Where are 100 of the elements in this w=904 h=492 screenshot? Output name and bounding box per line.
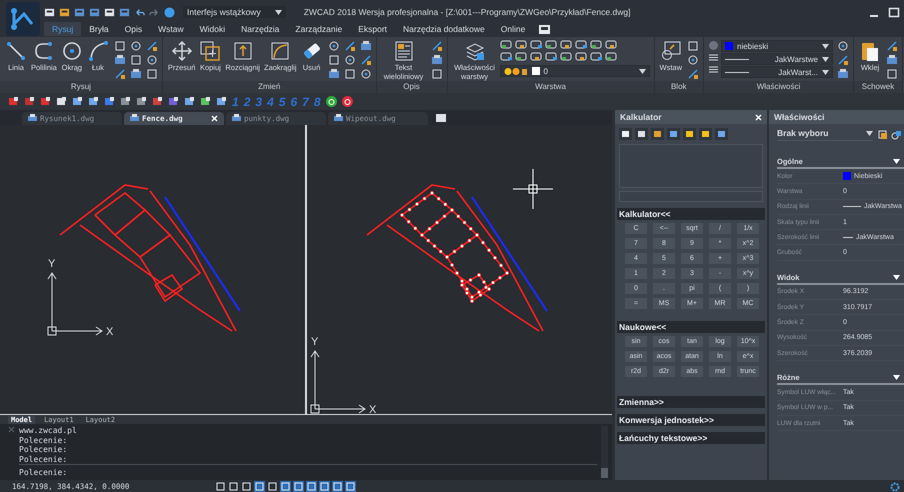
collapse-icon[interactable] <box>893 375 900 380</box>
toolbar-icon[interactable] <box>24 96 35 107</box>
ribbon-tab[interactable]: Widoki <box>192 22 234 36</box>
status-toggle[interactable] <box>228 481 240 492</box>
small-tool-icon[interactable] <box>837 54 849 66</box>
calculator-tool-icon[interactable] <box>715 128 728 140</box>
small-tool-icon[interactable] <box>837 68 849 80</box>
small-tool-icon[interactable] <box>344 40 356 52</box>
selection-dropdown[interactable]: Brak wyboru <box>777 128 873 141</box>
property-icon[interactable] <box>708 52 719 63</box>
layer-dropdown[interactable]: 0 <box>500 65 650 77</box>
quick-access-icon[interactable] <box>44 6 55 18</box>
small-tool-icon[interactable] <box>360 40 372 52</box>
power-icon[interactable] <box>342 96 352 107</box>
status-toggle[interactable] <box>332 481 344 492</box>
ribbon-tab[interactable]: Narzędzia dodatkowe <box>395 22 493 36</box>
section-header[interactable]: Konwersja jednostek>> <box>617 414 765 426</box>
small-tool-icon[interactable] <box>114 40 126 52</box>
redo-icon[interactable] <box>149 6 160 18</box>
toolbar-icon[interactable] <box>104 96 115 107</box>
calculator-tool-icon[interactable] <box>651 128 664 140</box>
small-tool-icon[interactable] <box>837 40 849 52</box>
layer-tool-icon[interactable] <box>500 52 512 62</box>
layer-tool-icon[interactable] <box>530 52 542 62</box>
toolbar-icon[interactable] <box>184 96 195 107</box>
layer-tool-icon[interactable] <box>560 40 572 50</box>
section-header[interactable]: Kalkulator<< <box>617 208 765 220</box>
layer-tool-icon[interactable] <box>500 40 512 50</box>
small-tool-icon[interactable] <box>114 68 126 80</box>
new-tab-icon[interactable] <box>436 114 446 122</box>
panel-toggle-icon[interactable] <box>539 24 550 34</box>
layer-tool-icon[interactable] <box>514 52 526 62</box>
settings-icon[interactable] <box>890 482 900 492</box>
toolbar-icon[interactable] <box>216 96 227 107</box>
small-tool-icon[interactable] <box>360 54 372 66</box>
ribbon-tab[interactable]: Online <box>492 22 534 36</box>
small-tool-icon[interactable] <box>130 68 142 80</box>
app-logo-icon[interactable] <box>6 2 40 36</box>
status-toggle[interactable] <box>241 481 252 492</box>
section-header[interactable]: Naukowe<< <box>617 321 765 333</box>
toolbar-icon[interactable] <box>72 96 83 107</box>
calculator-tool-icon[interactable] <box>683 128 696 140</box>
status-toggle[interactable] <box>319 481 330 492</box>
small-tool-icon[interactable] <box>886 40 898 52</box>
layer-tool-icon[interactable] <box>544 40 556 50</box>
small-tool-icon[interactable] <box>430 40 442 52</box>
small-tool-icon[interactable] <box>114 54 126 66</box>
collapse-icon[interactable] <box>893 274 900 280</box>
small-tool-icon[interactable] <box>886 68 898 80</box>
ribbon-tab[interactable]: Zarządzanie <box>287 22 350 36</box>
ribbon-tab[interactable]: Narzędzia <box>233 22 288 36</box>
toolbar-icon[interactable] <box>8 96 19 107</box>
small-tool-icon[interactable] <box>344 54 356 66</box>
toolbar-icon[interactable] <box>120 96 131 107</box>
small-tool-icon[interactable] <box>886 54 898 66</box>
status-toggle[interactable] <box>280 481 292 492</box>
toolbar-icon[interactable] <box>56 96 67 107</box>
calculator-tool-icon[interactable] <box>699 128 712 140</box>
quick-access-icon[interactable] <box>104 6 115 18</box>
ribbon-tab[interactable]: Bryła <box>81 22 117 36</box>
quick-select-icon[interactable] <box>891 130 901 140</box>
small-tool-icon[interactable] <box>687 40 699 52</box>
small-tool-icon[interactable] <box>687 68 699 80</box>
small-tool-icon[interactable] <box>146 40 158 52</box>
collapse-icon[interactable] <box>893 159 900 164</box>
status-toggle[interactable] <box>254 481 266 492</box>
property-dropdown[interactable]: niebieski <box>721 40 833 52</box>
small-tool-icon[interactable] <box>344 68 356 80</box>
layer-tool-icon[interactable] <box>544 52 556 62</box>
status-toggle[interactable] <box>215 481 226 492</box>
layer-tool-icon[interactable] <box>590 52 602 62</box>
layer-tool-icon[interactable] <box>604 40 616 50</box>
layer-tool-icon[interactable] <box>574 40 586 50</box>
calculator-tool-icon[interactable] <box>667 128 680 140</box>
toolbar-icon[interactable] <box>200 96 211 107</box>
ribbon-tab[interactable]: Rysuj <box>44 22 82 36</box>
ribbon-tab[interactable]: Opis <box>116 22 150 36</box>
status-toggle[interactable] <box>306 481 318 492</box>
small-tool-icon[interactable] <box>328 54 340 66</box>
small-tool-icon[interactable] <box>360 68 372 80</box>
command-input[interactable]: Polecenie: <box>19 464 597 478</box>
scrollbar[interactable] <box>601 426 608 478</box>
power-icon[interactable] <box>326 96 336 107</box>
toolbar-icon[interactable] <box>136 96 147 107</box>
layer-tool-icon[interactable] <box>560 52 572 62</box>
small-tool-icon[interactable] <box>687 54 699 66</box>
calculator-tool-icon[interactable] <box>635 128 648 140</box>
layer-tool-icon[interactable] <box>574 52 586 62</box>
small-tool-icon[interactable] <box>430 54 442 66</box>
workspace-dropdown[interactable]: Interfejs wstążkowy <box>183 6 286 18</box>
status-toggle[interactable] <box>267 481 278 492</box>
layer-tool-icon[interactable] <box>590 40 602 50</box>
small-tool-icon[interactable] <box>146 68 158 80</box>
toolbar-icon[interactable] <box>88 96 99 107</box>
section-header[interactable]: Zmienna>> <box>617 396 765 408</box>
layer-tool-icon[interactable] <box>514 40 526 50</box>
property-dropdown[interactable]: JakWarst... <box>721 66 833 78</box>
property-icon[interactable] <box>708 64 719 75</box>
toolbar-icon[interactable] <box>152 96 163 107</box>
quick-access-icon[interactable] <box>59 6 70 18</box>
